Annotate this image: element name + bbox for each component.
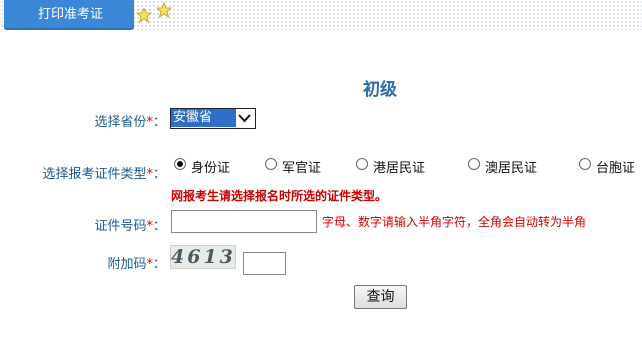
star-icon [156, 2, 172, 18]
radio-macau-resident[interactable] [468, 158, 480, 170]
captcha-image[interactable]: 4613 [170, 245, 236, 269]
radio-hk-resident[interactable] [356, 158, 368, 170]
cert-number-tip: 字母、数字请输入半角字符，全角会自动转为半角 [322, 215, 587, 229]
radio-taiwan-compatriot[interactable] [579, 158, 591, 170]
cert-number-input[interactable] [171, 210, 317, 233]
cert-number-label: 证件号码*： [94, 219, 166, 234]
captcha-input[interactable] [243, 252, 286, 275]
cert-type-label: 选择报考证件类型*： [42, 167, 166, 182]
cert-type-hint: 网报考生请选择报名时所选的证件类型。 [171, 189, 388, 203]
radio-label-officer-card: 军官证 [282, 161, 322, 176]
province-label: 选择省份*： [94, 115, 166, 130]
captcha-label: 附加码*： [107, 257, 166, 272]
chevron-down-icon[interactable] [235, 109, 254, 128]
radio-officer-card[interactable] [265, 158, 277, 170]
tab-print-admission[interactable]: 打印准考证 [4, 0, 134, 30]
radio-id-card[interactable] [174, 158, 186, 170]
radio-label-hk-resident: 港居民证 [373, 161, 426, 176]
page-title: 初级 [363, 80, 397, 100]
star-icon [136, 7, 152, 23]
radio-label-taiwan-compatriot: 台胞证 [596, 161, 636, 176]
province-selected-value: 安徽省 [171, 109, 236, 127]
radio-label-macau-resident: 澳居民证 [485, 161, 538, 176]
radio-label-id-card: 身份证 [191, 161, 231, 176]
query-button[interactable]: 查询 [354, 285, 407, 309]
